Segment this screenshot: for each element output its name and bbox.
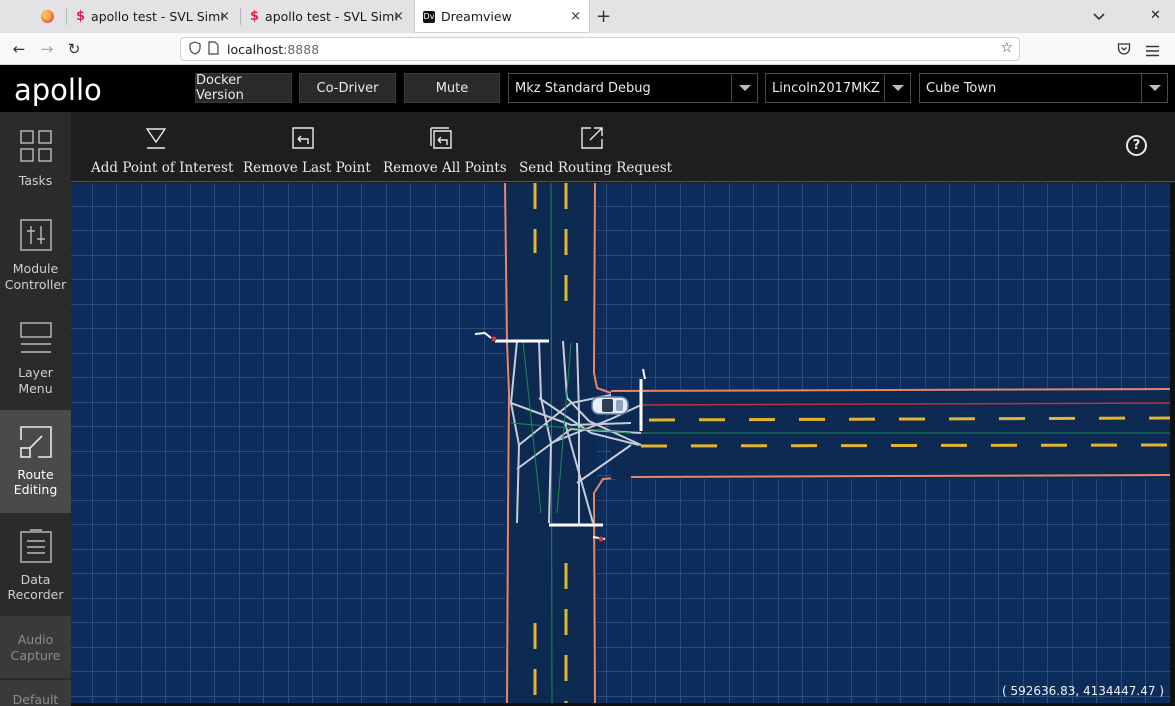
horizontal-road — [610, 388, 1170, 479]
tab-svl-simulator-2[interactable]: $ apollo test - SVL Simulator × — [244, 0, 412, 33]
sidebar-item-label: Menu — [18, 381, 53, 396]
close-tab-icon[interactable]: × — [570, 9, 581, 24]
chevron-down-icon[interactable] — [731, 74, 757, 102]
sidebar-item-label: Module — [12, 261, 59, 276]
firefox-icon — [40, 10, 54, 23]
page-info-icon[interactable] — [208, 41, 219, 58]
new-tab-button[interactable]: + — [596, 6, 611, 27]
tab-svl-simulator-1[interactable]: $ apollo test - SVL Simulator × — [70, 0, 238, 33]
module-controller-icon — [19, 219, 52, 251]
sidebar-item-label: Route — [17, 467, 54, 482]
sidebar-item-module-controller[interactable]: Module Controller — [0, 215, 71, 318]
window-right-edge — [1170, 183, 1175, 706]
hamburger-menu-icon[interactable] — [1146, 42, 1159, 61]
bookmark-star-icon[interactable]: ☆ — [1000, 40, 1013, 56]
co-driver-button[interactable]: Co-Driver — [299, 73, 396, 103]
reload-icon[interactable]: ↻ — [63, 38, 85, 60]
map-select[interactable]: Cube Town — [919, 73, 1168, 103]
add-poi-icon — [146, 128, 166, 149]
dreamview-icon: Dv — [423, 10, 435, 23]
route-editing-map[interactable]: ( 592636.83, 4134447.47 ) — [71, 183, 1170, 703]
tab-dreamview[interactable]: Dv Dreamview × — [414, 0, 590, 33]
mode-select-value: Mkz Standard Debug — [515, 80, 651, 96]
help-icon[interactable]: ? — [1126, 135, 1147, 156]
docker-version-button[interactable]: Docker Version — [195, 73, 292, 103]
sidebar-item-label: Editing — [13, 482, 58, 497]
tool-label: Remove Last Point — [243, 160, 371, 176]
mode-select[interactable]: Mkz Standard Debug — [508, 73, 758, 103]
remove-last-point-button[interactable]: Remove Last Point — [243, 112, 371, 182]
tab-title: Dreamview — [441, 9, 512, 24]
browser-tab-bar: $ apollo test - SVL Simulator × $ apollo… — [0, 0, 1175, 33]
map-canvas[interactable] — [71, 183, 1170, 703]
tool-label: Add Point of Interest — [91, 160, 234, 176]
firefox-menu-tab[interactable] — [34, 0, 60, 33]
close-tab-icon[interactable]: × — [219, 9, 230, 24]
close-tab-icon[interactable]: × — [393, 9, 404, 24]
sidebar-item-label: Default — [12, 692, 59, 706]
map-select-value: Cube Town — [926, 80, 997, 96]
tab-title: apollo test - SVL Simulator — [91, 9, 223, 24]
back-arrow-icon[interactable]: ← — [8, 38, 30, 60]
tasks-grid-icon — [19, 130, 52, 162]
sidebar: Tasks Module Controller Layer Menu Route… — [0, 112, 71, 706]
shield-icon[interactable] — [189, 41, 201, 58]
route-editing-toolbar: Add Point of Interest Remove Last Point … — [71, 112, 1175, 182]
sidebar-item-label: Layer — [18, 365, 53, 380]
url-text: localhost:8888 — [227, 42, 320, 57]
vehicle-select[interactable]: Lincoln2017MKZ — [765, 73, 911, 103]
sidebar-item-data-recorder[interactable]: Data Recorder — [0, 513, 71, 616]
sidebar-item-label: Recorder — [7, 587, 64, 602]
browser-nav-bar: ← → ↻ localhost:8888 ☆ — [0, 33, 1175, 65]
dreamview-header: apollo Docker Version Co-Driver Mute Mkz… — [0, 65, 1175, 112]
svl-icon: $ — [250, 9, 260, 24]
vehicle-select-value: Lincoln2017MKZ — [772, 80, 880, 96]
chevron-down-icon[interactable] — [884, 74, 910, 102]
mute-button[interactable]: Mute — [404, 73, 500, 103]
sidebar-item-label: Tasks — [18, 173, 53, 188]
remove-all-points-button[interactable]: Remove All Points — [383, 112, 507, 182]
ego-vehicle — [591, 396, 629, 415]
forward-arrow-icon[interactable]: → — [36, 38, 58, 60]
data-recorder-icon — [19, 529, 52, 563]
chevron-down-icon[interactable] — [1141, 74, 1167, 102]
sidebar-item-default[interactable]: Default — [0, 680, 71, 706]
window-close-button[interactable]: ✕ — [1150, 8, 1161, 23]
route-editing-icon — [19, 426, 52, 458]
svl-icon: $ — [76, 9, 86, 24]
send-routing-request-button[interactable]: Send Routing Request — [519, 112, 673, 182]
sidebar-item-label: Audio — [17, 632, 54, 647]
add-point-of-interest-button[interactable]: Add Point of Interest — [91, 112, 234, 182]
sidebar-item-label: Capture — [10, 648, 61, 663]
url-bar[interactable]: localhost:8888 ☆ — [180, 37, 1020, 61]
sidebar-item-audio-capture[interactable]: Audio Capture — [0, 616, 71, 678]
tab-list-chevron-down-icon[interactable] — [1092, 8, 1106, 22]
sidebar-item-label: Data — [20, 572, 51, 587]
remove-last-icon — [292, 127, 314, 149]
remove-all-icon — [430, 127, 452, 149]
tool-label: Send Routing Request — [519, 160, 673, 176]
apollo-logo: apollo — [14, 73, 102, 107]
layer-menu-icon — [19, 322, 52, 353]
send-icon — [581, 127, 603, 149]
sidebar-item-tasks[interactable]: Tasks — [0, 112, 71, 215]
map-coordinates: ( 592636.83, 4134447.47 ) — [1001, 684, 1164, 698]
pocket-icon[interactable] — [1117, 41, 1131, 60]
tab-title: apollo test - SVL Simulator — [265, 9, 397, 24]
sidebar-item-route-editing[interactable]: Route Editing — [0, 410, 71, 513]
sidebar-item-layer-menu[interactable]: Layer Menu — [0, 318, 71, 421]
tool-label: Remove All Points — [383, 160, 507, 176]
sidebar-item-label: Controller — [4, 277, 67, 292]
